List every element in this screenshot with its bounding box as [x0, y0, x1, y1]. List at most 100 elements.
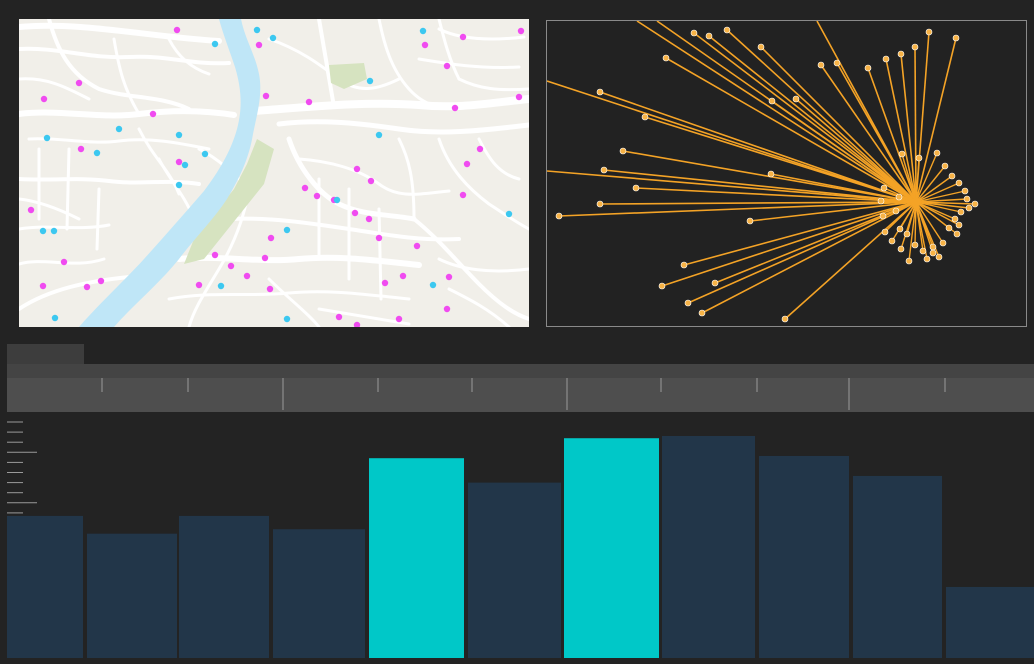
- map-point-magenta: [149, 110, 157, 118]
- map-point-cyan: [375, 131, 383, 139]
- histogram-bar-selected: [369, 458, 464, 658]
- map-point-magenta: [262, 92, 270, 100]
- flow-node: [723, 26, 731, 34]
- flow-node: [767, 170, 775, 178]
- flow-node: [933, 149, 941, 157]
- tab-bar: [0, 344, 1034, 364]
- map-point-magenta: [243, 272, 251, 280]
- flow-node: [641, 113, 649, 121]
- map-point-cyan: [366, 77, 374, 85]
- flow-node: [881, 228, 889, 236]
- flow-line: [661, 201, 917, 287]
- flow-node: [596, 88, 604, 96]
- flow-line: [547, 170, 917, 203]
- flow-node: [757, 43, 765, 51]
- map-point-magenta: [443, 305, 451, 313]
- map-point-cyan: [505, 210, 513, 218]
- flow-node: [919, 247, 927, 255]
- flow-node: [781, 315, 789, 323]
- flow-node: [897, 50, 905, 58]
- map-point-magenta: [375, 234, 383, 242]
- flow-node: [619, 147, 627, 155]
- flow-line: [914, 46, 917, 203]
- map-point-cyan: [175, 131, 183, 139]
- map-point-magenta: [399, 272, 407, 280]
- flow-node: [662, 54, 670, 62]
- histogram-chart[interactable]: [7, 414, 1034, 658]
- map-point-magenta: [367, 177, 375, 185]
- flow-node: [833, 59, 841, 67]
- flow-node: [698, 309, 706, 317]
- flow-node: [903, 230, 911, 238]
- histogram-panel[interactable]: [7, 414, 1034, 658]
- flow-node: [690, 29, 698, 37]
- panel-header-strip: [7, 364, 1034, 378]
- flow-line: [726, 29, 917, 203]
- flow-node: [941, 162, 949, 170]
- map-point-cyan: [269, 34, 277, 42]
- histogram-bar: [7, 515, 83, 658]
- flow-node: [882, 55, 890, 63]
- map-point-magenta: [60, 258, 68, 266]
- flow-node: [939, 239, 947, 247]
- flow-hub: [912, 198, 920, 206]
- map-point-cyan: [283, 315, 291, 323]
- map-point-cyan: [181, 161, 189, 169]
- tab-active[interactable]: [7, 344, 84, 364]
- street-map[interactable]: [19, 19, 529, 327]
- flow-node: [895, 193, 903, 201]
- flow-node: [632, 184, 640, 192]
- map-point-magenta: [365, 215, 373, 223]
- map-point-magenta: [27, 206, 35, 214]
- map-point-cyan: [39, 227, 47, 235]
- map-point-magenta: [517, 27, 525, 35]
- street-map-panel[interactable]: [19, 19, 529, 327]
- flow-map-panel[interactable]: [546, 20, 1027, 327]
- flow-node: [705, 32, 713, 40]
- flow-node: [555, 212, 563, 220]
- flow-node: [948, 172, 956, 180]
- map-point-magenta: [301, 184, 309, 192]
- map-point-magenta: [266, 285, 274, 293]
- flow-node: [864, 64, 872, 72]
- map-point-magenta: [351, 209, 359, 217]
- map-point-cyan: [217, 282, 225, 290]
- flow-node: [963, 195, 971, 203]
- flow-node: [961, 187, 969, 195]
- flow-node: [680, 261, 688, 269]
- flow-node: [925, 28, 933, 36]
- map-point-magenta: [255, 41, 263, 49]
- map-point-magenta: [75, 79, 83, 87]
- map-point-magenta: [463, 160, 471, 168]
- flow-line: [693, 32, 917, 203]
- map-point-magenta: [451, 104, 459, 112]
- map-point-magenta: [227, 262, 235, 270]
- flow-node: [923, 255, 931, 263]
- flow-node: [952, 34, 960, 42]
- time-ruler[interactable]: [7, 378, 1034, 412]
- flow-node: [896, 225, 904, 233]
- flow-node: [658, 282, 666, 290]
- map-point-magenta: [445, 273, 453, 281]
- map-point-magenta: [175, 158, 183, 166]
- map-point-cyan: [419, 27, 427, 35]
- flow-node: [929, 249, 937, 257]
- map-point-magenta: [305, 98, 313, 106]
- map-point-magenta: [97, 277, 105, 285]
- map-point-magenta: [515, 93, 523, 101]
- map-point-magenta: [459, 191, 467, 199]
- map-point-magenta: [173, 26, 181, 34]
- flow-map[interactable]: [547, 21, 1026, 326]
- map-point-cyan: [253, 26, 261, 34]
- map-point-cyan: [333, 196, 341, 204]
- flow-node: [955, 179, 963, 187]
- map-point-magenta: [353, 321, 361, 327]
- map-point-magenta: [413, 242, 421, 250]
- flow-node: [879, 212, 887, 220]
- flow-lines: [547, 21, 976, 320]
- flow-node: [965, 204, 973, 212]
- flow-node: [945, 224, 953, 232]
- flow-node: [600, 166, 608, 174]
- map-park: [184, 63, 367, 264]
- flow-node: [880, 184, 888, 192]
